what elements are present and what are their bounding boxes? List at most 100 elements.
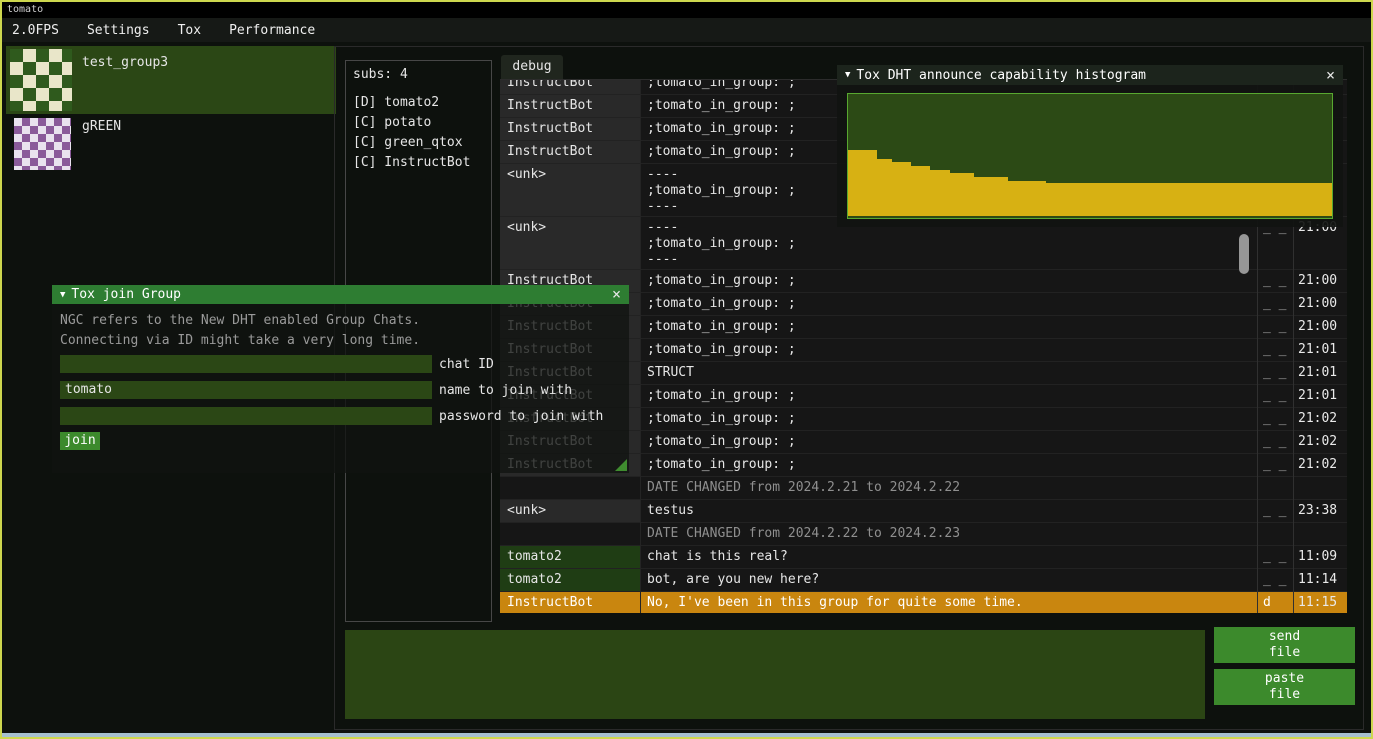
message-time: 21:00 (1293, 270, 1347, 292)
histogram-bar (892, 162, 911, 216)
message-time: 21:02 (1293, 431, 1347, 453)
message-status-flags: _ _ (1257, 569, 1293, 591)
message-row[interactable]: tomato2bot, are you new here?_ _11:14 (500, 569, 1347, 592)
message-time: 21:01 (1293, 339, 1347, 361)
histogram-window-body (837, 85, 1343, 227)
message-time: 21:02 (1293, 408, 1347, 430)
bottom-window-edge (2, 733, 1371, 737)
message-status-flags: _ _ (1257, 316, 1293, 338)
menu-bar: 2.0FPS Settings Tox Performance (2, 18, 1371, 42)
message-time: 21:01 (1293, 362, 1347, 384)
join-window-titlebar[interactable]: ▼ Tox join Group × (52, 285, 629, 304)
subs-member-list: [D] tomato2 [C] potato [C] green_qtox [C… (346, 82, 491, 173)
message-text: ;tomato_in_group: ; (640, 454, 1257, 476)
message-status-flags: _ _ (1257, 546, 1293, 568)
message-time: 21:00 (1293, 293, 1347, 315)
join-group-window: ▼ Tox join Group × NGC refers to the New… (52, 285, 629, 473)
message-sender: InstructBot (500, 95, 640, 117)
date-separator-row[interactable]: DATE CHANGED from 2024.2.22 to 2024.2.23 (500, 523, 1347, 546)
message-text: bot, are you new here? (640, 569, 1257, 591)
chat-id-input[interactable] (60, 355, 432, 373)
chat-scrollbar-thumb[interactable] (1239, 234, 1249, 274)
message-sender: <unk> (500, 164, 640, 216)
join-button[interactable]: join (60, 432, 100, 450)
menu-settings[interactable]: Settings (87, 23, 150, 38)
group-name: test_group3 (82, 55, 168, 70)
message-time: 21:00 (1293, 316, 1347, 338)
collapse-arrow-icon[interactable]: ▼ (845, 70, 850, 80)
message-status-flags: d (1257, 592, 1293, 613)
join-name-input[interactable]: tomato (60, 381, 432, 399)
message-status-flags: _ _ (1257, 408, 1293, 430)
subs-count-header: subs: 4 (346, 61, 491, 82)
message-text: ;tomato_in_group: ; (640, 270, 1257, 292)
column-separator (640, 80, 641, 613)
tab-debug[interactable]: debug (501, 55, 563, 79)
menu-tox[interactable]: Tox (178, 23, 201, 38)
message-text: ;tomato_in_group: ; (640, 385, 1257, 407)
join-password-label: password to join with (439, 409, 603, 424)
message-sender: InstructBot (500, 80, 640, 94)
message-input[interactable] (345, 630, 1205, 719)
join-close-icon[interactable]: × (612, 287, 621, 302)
message-text: No, I've been in this group for quite so… (640, 592, 1257, 613)
histogram-close-icon[interactable]: × (1326, 68, 1335, 83)
subs-member[interactable]: [D] tomato2 (353, 93, 491, 113)
histogram-bar (1008, 181, 1047, 216)
histogram-bar (974, 177, 1008, 216)
message-text: ;tomato_in_group: ; (640, 339, 1257, 361)
histogram-bar (1046, 183, 1332, 216)
date-changed-text: DATE CHANGED from 2024.2.21 to 2024.2.22 (640, 477, 1347, 499)
subs-member[interactable]: [C] green_qtox (353, 133, 491, 153)
message-text: ;tomato_in_group: ; (640, 316, 1257, 338)
message-sender: InstructBot (500, 592, 640, 613)
message-time: 11:09 (1293, 546, 1347, 568)
histogram-window-title: Tox DHT announce capability histogram (856, 68, 1146, 83)
message-status-flags: _ _ (1257, 293, 1293, 315)
message-status-flags: _ _ (1257, 362, 1293, 384)
message-text: ;tomato_in_group: ; (640, 408, 1257, 430)
group-avatar-green-icon[interactable] (14, 118, 71, 170)
join-info-text: NGC refers to the New DHT enabled Group … (60, 313, 420, 328)
subs-member[interactable]: [C] InstructBot (353, 153, 491, 173)
message-sender: InstructBot (500, 141, 640, 163)
dht-histogram-plot (847, 93, 1333, 219)
window-titlebar: tomato (2, 2, 1371, 18)
message-text: ;tomato_in_group: ; (640, 431, 1257, 453)
send-file-button[interactable]: send file (1214, 627, 1355, 663)
histogram-bar (911, 166, 930, 216)
date-row-spacer (500, 477, 640, 499)
histogram-window: ▼ Tox DHT announce capability histogram … (837, 65, 1343, 227)
message-sender: tomato2 (500, 569, 640, 591)
message-sender: <unk> (500, 500, 640, 522)
paste-file-button[interactable]: paste file (1214, 669, 1355, 705)
message-row[interactable]: tomato2chat is this real?_ _11:09 (500, 546, 1347, 569)
resize-grip[interactable] (615, 459, 627, 471)
message-sender: <unk> (500, 217, 640, 269)
histogram-bar (930, 170, 949, 216)
fps-counter: 2.0FPS (12, 23, 59, 38)
date-changed-text: DATE CHANGED from 2024.2.22 to 2024.2.23 (640, 523, 1347, 545)
join-info-text: Connecting via ID might take a very long… (60, 333, 420, 348)
collapse-arrow-icon[interactable]: ▼ (60, 290, 65, 300)
message-row[interactable]: InstructBotNo, I've been in this group f… (500, 592, 1347, 613)
histogram-bar (950, 173, 974, 216)
join-password-input[interactable] (60, 407, 432, 425)
join-name-label: name to join with (439, 383, 572, 398)
histogram-window-titlebar[interactable]: ▼ Tox DHT announce capability histogram … (837, 65, 1343, 85)
message-status-flags: _ _ (1257, 385, 1293, 407)
group-avatar-test-group3-icon (10, 49, 72, 111)
group-name[interactable]: gREEN (82, 119, 121, 134)
subs-member[interactable]: [C] potato (353, 113, 491, 133)
histogram-bar (848, 150, 877, 216)
message-row[interactable]: <unk>testus_ _23:38 (500, 500, 1347, 523)
histogram-bar (877, 159, 892, 216)
message-time: 21:01 (1293, 385, 1347, 407)
menu-performance[interactable]: Performance (229, 23, 315, 38)
date-separator-row[interactable]: DATE CHANGED from 2024.2.21 to 2024.2.22 (500, 477, 1347, 500)
message-status-flags: _ _ (1257, 454, 1293, 476)
app-window: tomato 2.0FPS Settings Tox Performance t… (0, 0, 1373, 739)
date-row-spacer (500, 523, 640, 545)
message-status-flags: _ _ (1257, 431, 1293, 453)
message-text: ;tomato_in_group: ; (640, 293, 1257, 315)
